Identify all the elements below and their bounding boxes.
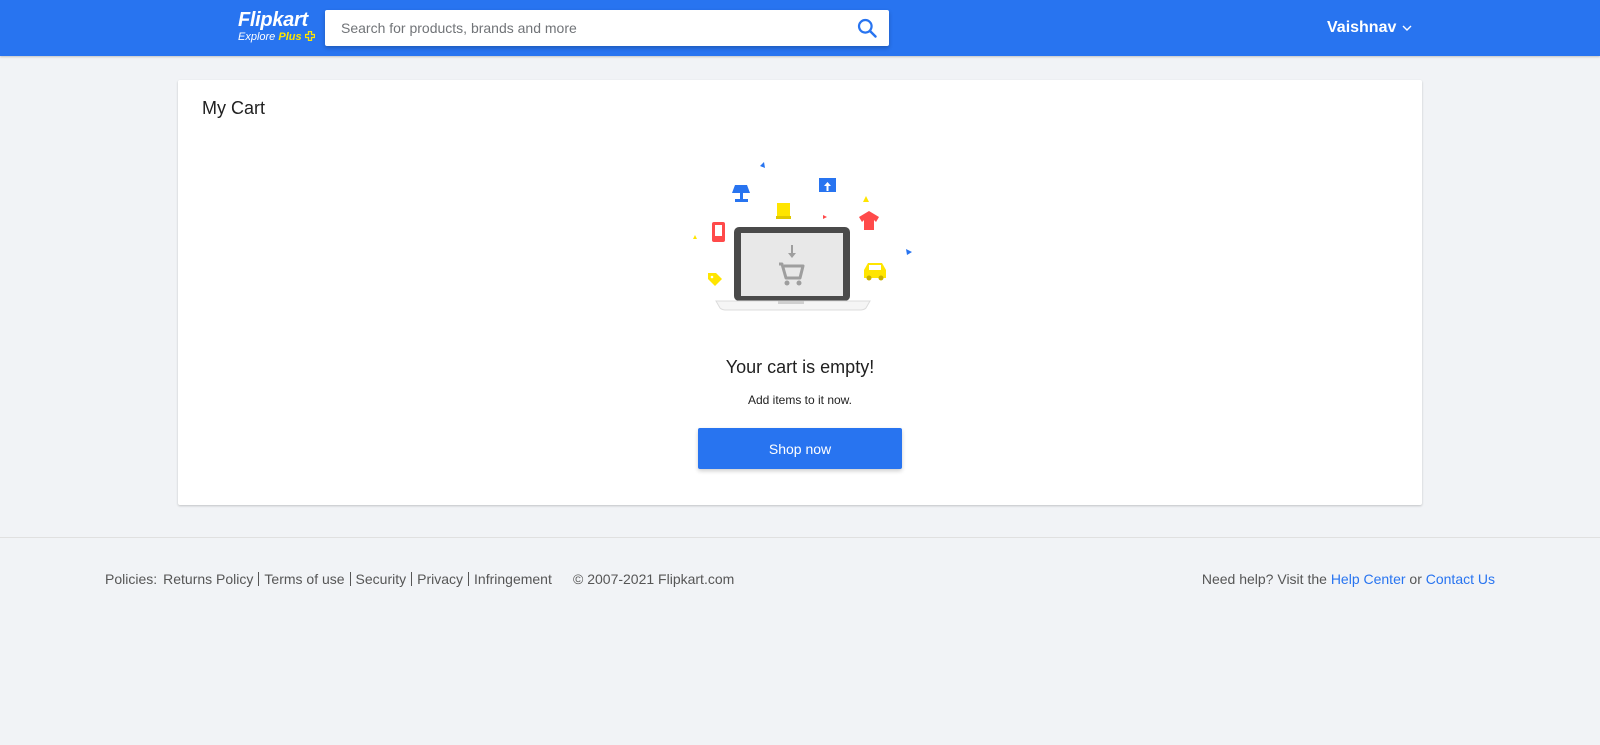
search-icon xyxy=(857,18,877,38)
logo-tagline: Explore Plus xyxy=(238,30,315,44)
book-icon xyxy=(776,203,791,219)
confetti-triangle xyxy=(760,162,765,168)
logo-plus-text: Plus xyxy=(278,31,302,43)
mobile-icon xyxy=(712,222,725,242)
user-account-menu[interactable]: Vaishnav xyxy=(1327,18,1412,38)
help-or: or xyxy=(1409,571,1422,587)
infringement-link[interactable]: Infringement xyxy=(468,572,557,586)
policies-links: Policies: Returns Policy Terms of use Se… xyxy=(105,571,557,587)
laptop-icon xyxy=(715,227,871,311)
flipkart-logo[interactable]: Flipkart Explore Plus xyxy=(238,9,318,47)
chevron-down-icon xyxy=(1402,25,1412,31)
contact-us-link[interactable]: Contact Us xyxy=(1426,571,1495,587)
shop-now-button[interactable]: Shop now xyxy=(698,428,902,469)
car-icon xyxy=(864,263,886,281)
returns-policy-link[interactable]: Returns Policy xyxy=(163,572,258,586)
search-button[interactable] xyxy=(845,10,889,46)
search-bar xyxy=(325,10,889,46)
privacy-link[interactable]: Privacy xyxy=(411,572,468,586)
terms-of-use-link[interactable]: Terms of use xyxy=(258,572,349,586)
help-prefix: Need help? Visit the xyxy=(1201,571,1327,587)
help-center-link[interactable]: Help Center xyxy=(1331,571,1406,587)
footer-divider xyxy=(0,537,1600,538)
logo-explore-text: Explore xyxy=(238,31,276,43)
policies-label: Policies: xyxy=(105,571,158,587)
tshirt-icon xyxy=(859,211,879,230)
confetti-triangle xyxy=(693,235,697,239)
search-input[interactable] xyxy=(325,10,845,46)
security-link[interactable]: Security xyxy=(349,572,412,586)
empty-cart-subtext: Add items to it now. xyxy=(747,393,853,407)
house-icon xyxy=(819,178,836,192)
lamp-icon xyxy=(732,185,750,202)
plus-badge-icon xyxy=(304,30,315,42)
cart-title: My Cart xyxy=(202,98,265,118)
empty-cart-heading: Your cart is empty! xyxy=(725,357,875,377)
copyright-text: © 2007-2021 Flipkart.com xyxy=(573,571,735,587)
confetti-triangle xyxy=(863,196,869,202)
logo-wordmark: Flipkart xyxy=(238,9,308,31)
confetti-triangle xyxy=(823,215,827,219)
page-footer: Policies: Returns Policy Terms of use Se… xyxy=(0,571,1600,591)
top-header: Flipkart Explore Plus Vaishnav xyxy=(0,0,1600,56)
user-name: Vaishnav xyxy=(1327,19,1397,36)
empty-cart-illustration xyxy=(693,162,912,311)
confetti-triangle xyxy=(906,249,912,255)
tag-icon xyxy=(708,273,722,286)
cart-panel: My Cart Your cart is empty! Add items to… xyxy=(178,80,1422,505)
help-text: Need help? Visit the Help Center or Cont… xyxy=(1202,571,1495,587)
